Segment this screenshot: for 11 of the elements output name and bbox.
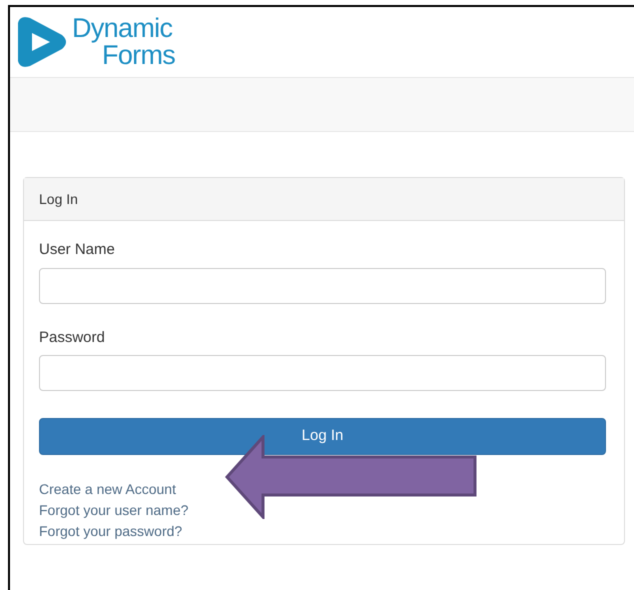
input-field[interactable] [39,355,606,391]
panel-title: Log In [39,190,78,209]
account-link[interactable]: Create a new Account [39,479,176,500]
account-link[interactable]: Forgot your user name? [39,500,188,521]
login-button[interactable]: Log In [39,418,606,455]
logo-text: Forms [102,42,176,69]
input-field[interactable] [39,268,606,304]
field-label: Password [39,328,105,348]
logo-text: Dynamic [72,15,174,42]
account-link[interactable]: Forgot your password? [39,521,182,542]
field-label: User Name [39,240,115,260]
